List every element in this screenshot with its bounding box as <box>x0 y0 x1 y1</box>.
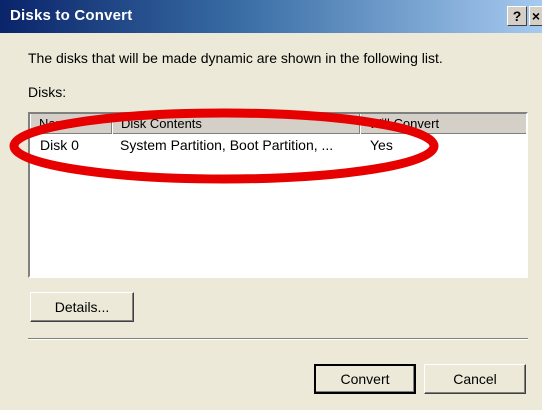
cell-disk-contents: System Partition, Boot Partition, ... <box>120 137 334 153</box>
list-row-disk-0[interactable]: Disk 0 System Partition, Boot Partition,… <box>30 136 526 156</box>
cell-disk-name: Disk 0 <box>40 137 79 153</box>
close-button[interactable]: × <box>529 6 542 26</box>
title-bar: Disks to Convert ? × <box>0 0 542 33</box>
details-button[interactable]: Details... <box>30 292 134 322</box>
disks-list[interactable]: Name Disk Contents Will Convert Disk 0 S… <box>28 112 528 278</box>
help-button[interactable]: ? <box>507 6 527 26</box>
column-header-disk-contents[interactable]: Disk Contents <box>112 114 360 134</box>
description-text: The disks that will be made dynamic are … <box>28 50 443 66</box>
cell-will-convert: Yes <box>370 137 393 153</box>
list-header: Name Disk Contents Will Convert <box>30 114 526 134</box>
cancel-button[interactable]: Cancel <box>424 364 526 394</box>
dialog-window: Disks to Convert ? × The disks that will… <box>0 0 542 410</box>
disks-label: Disks: <box>28 84 67 100</box>
column-header-will-convert[interactable]: Will Convert <box>360 114 526 134</box>
divider-line <box>28 338 528 340</box>
window-title: Disks to Convert <box>10 7 133 24</box>
column-header-name[interactable]: Name <box>30 114 112 134</box>
convert-button[interactable]: Convert <box>314 364 416 394</box>
